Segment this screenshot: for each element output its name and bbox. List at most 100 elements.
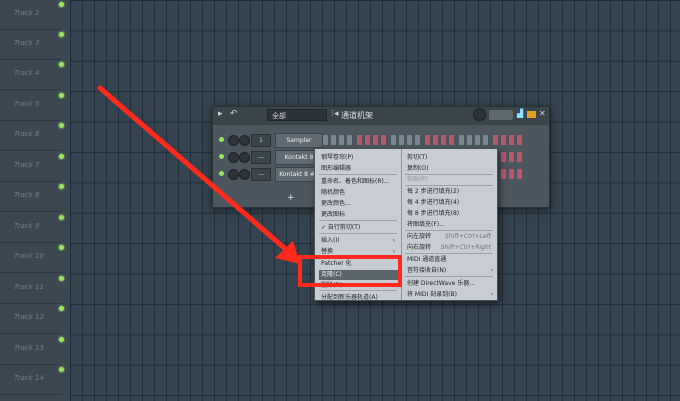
- step-button[interactable]: [493, 135, 498, 145]
- menu-item[interactable]: 音符接收自(N) ›: [407, 266, 493, 276]
- graph-toggle[interactable]: [489, 110, 513, 120]
- track-header[interactable]: Track 5: [0, 91, 64, 121]
- step-button[interactable]: [433, 135, 438, 145]
- menu-item[interactable]: 创建 DirectWave 乐器...: [407, 279, 491, 289]
- swing-knob[interactable]: [473, 108, 486, 121]
- filter-select[interactable]: 全部: [267, 109, 327, 121]
- track-led[interactable]: [59, 154, 64, 159]
- track-header[interactable]: Track 7: [0, 152, 64, 182]
- close-icon[interactable]: ✕: [539, 109, 546, 118]
- step-button[interactable]: [347, 135, 352, 145]
- step-button[interactable]: [483, 135, 488, 145]
- menu-item[interactable]: 重命名、着色和图标(R)...: [321, 177, 393, 187]
- menu-item[interactable]: 向左旋转 Shift+Ctrl+Left: [407, 232, 491, 242]
- track-header[interactable]: Track 13: [0, 335, 64, 365]
- step-button[interactable]: [449, 135, 454, 145]
- volume-knob[interactable]: [239, 152, 250, 163]
- track-led[interactable]: [59, 32, 64, 37]
- track-header[interactable]: Track 14: [0, 365, 64, 395]
- menu-item[interactable]: 钢琴卷帘(P): [321, 153, 393, 163]
- track-led[interactable]: [59, 184, 64, 189]
- menu-item[interactable]: MIDI 通道直通: [407, 255, 491, 265]
- step-button[interactable]: [509, 152, 514, 162]
- step-button[interactable]: [391, 135, 396, 145]
- menu-item[interactable]: 将 MIDI 刻录到(B) ›: [407, 290, 493, 300]
- step-button[interactable]: [501, 135, 506, 145]
- channel-led[interactable]: [219, 154, 224, 159]
- pan-knob[interactable]: [228, 152, 239, 163]
- step-button[interactable]: [415, 135, 420, 145]
- step-button[interactable]: [475, 135, 480, 145]
- menu-item[interactable]: 剪切(T): [407, 153, 491, 163]
- volume-knob[interactable]: [239, 135, 250, 146]
- step-button[interactable]: [357, 135, 362, 145]
- menu-item[interactable]: 每 4 步进行填充(4): [407, 198, 491, 208]
- channel-number[interactable]: ---: [251, 151, 271, 164]
- bars-icon[interactable]: [527, 111, 536, 118]
- track-led[interactable]: [59, 2, 64, 7]
- volume-knob[interactable]: [239, 169, 250, 180]
- track-header[interactable]: Track 9: [0, 213, 64, 243]
- track-led[interactable]: [59, 276, 64, 281]
- step-button[interactable]: [501, 169, 506, 179]
- track-header[interactable]: Track 6: [0, 121, 64, 151]
- track-led[interactable]: [59, 367, 64, 372]
- step-button[interactable]: [459, 135, 464, 145]
- step-button[interactable]: [323, 135, 328, 145]
- step-button[interactable]: [509, 169, 514, 179]
- channel-number[interactable]: ---: [251, 168, 271, 181]
- step-button[interactable]: [399, 135, 404, 145]
- track-led[interactable]: [59, 93, 64, 98]
- track-header[interactable]: Track 11: [0, 274, 64, 304]
- step-button[interactable]: [373, 135, 378, 145]
- channel-name-button[interactable]: Sampler: [275, 133, 323, 148]
- step-button[interactable]: [467, 135, 472, 145]
- track-header[interactable]: Track 4: [0, 60, 64, 90]
- step-button[interactable]: [517, 152, 522, 162]
- track-led[interactable]: [59, 123, 64, 128]
- channel-led[interactable]: [219, 137, 224, 142]
- add-channel-button[interactable]: +: [287, 193, 295, 203]
- menu-item[interactable]: 每 2 步进行填充(2): [407, 187, 491, 197]
- menu-item[interactable]: 复制(O): [407, 164, 491, 174]
- menu-item[interactable]: 更改颜色...: [321, 199, 393, 209]
- step-button[interactable]: [407, 135, 412, 145]
- menu-item[interactable]: ✓ 自行剪切(T): [321, 223, 393, 233]
- menu-item[interactable]: 插入(I) ›: [321, 236, 395, 246]
- track-led[interactable]: [59, 337, 64, 342]
- step-button[interactable]: [509, 135, 514, 145]
- pan-knob[interactable]: [228, 169, 239, 180]
- channel-rack-titlebar[interactable]: ▸ ↶ 全部 ⋮ ◂ 通道机架 ▟ ✕: [213, 107, 549, 125]
- step-button[interactable]: [517, 135, 522, 145]
- step-button[interactable]: [517, 169, 522, 179]
- step-button[interactable]: [441, 135, 446, 145]
- step-button[interactable]: [381, 135, 386, 145]
- menu-item[interactable]: 随机颜色: [321, 188, 393, 198]
- menu-item[interactable]: 图形编辑器: [321, 164, 393, 174]
- track-led[interactable]: [59, 306, 64, 311]
- track-header[interactable]: Track 10: [0, 243, 64, 273]
- step-button[interactable]: [331, 135, 336, 145]
- track-header[interactable]: Track 12: [0, 304, 64, 334]
- track-led[interactable]: [59, 245, 64, 250]
- undo-icon[interactable]: ↶: [230, 109, 238, 119]
- track-header[interactable]: Track 2: [0, 0, 64, 30]
- step-button[interactable]: [425, 135, 430, 145]
- menu-item[interactable]: 向右旋转 Shift+Ctrl+Right: [407, 243, 491, 253]
- track-led[interactable]: [59, 215, 64, 220]
- menu-item[interactable]: 更改图标: [321, 210, 393, 220]
- menu-item[interactable]: 分配到新乐器轨道(A): [321, 293, 393, 303]
- menu-item[interactable]: 每 8 步进行填充(8): [407, 209, 491, 219]
- menu-item[interactable]: 将图填充(F)...: [407, 220, 491, 230]
- step-button[interactable]: [501, 152, 506, 162]
- track-header[interactable]: Track 3: [0, 30, 64, 60]
- channel-number[interactable]: 1: [251, 134, 271, 147]
- pan-knob[interactable]: [228, 135, 239, 146]
- menu-item[interactable]: 粘贴(P): [407, 175, 491, 185]
- step-button[interactable]: [365, 135, 370, 145]
- step-button[interactable]: [339, 135, 344, 145]
- menu-arrow-icon[interactable]: ▸: [218, 109, 223, 119]
- track-led[interactable]: [59, 62, 64, 67]
- track-header[interactable]: Track 8: [0, 182, 64, 212]
- channel-led[interactable]: [219, 171, 224, 176]
